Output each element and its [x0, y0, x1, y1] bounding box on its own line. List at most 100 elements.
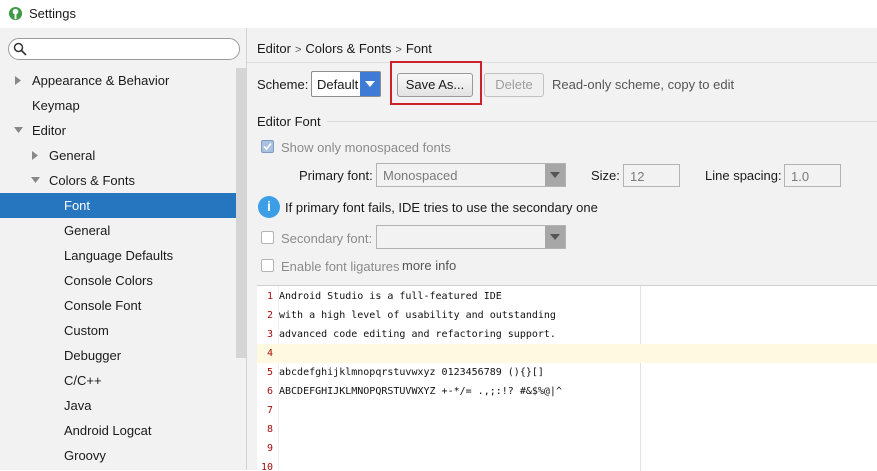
save-as-button[interactable]: Save As... — [397, 73, 473, 97]
show-monospaced-label: Show only monospaced fonts — [281, 140, 451, 155]
chevron-down-icon — [550, 172, 560, 178]
preview-line[interactable]: 8 — [257, 420, 877, 439]
sidebar-item-label: Appearance & Behavior — [32, 73, 170, 88]
sidebar-item-label: General — [49, 148, 96, 163]
chevron-down-icon[interactable] — [31, 168, 41, 193]
window-title: Settings — [29, 6, 76, 21]
preview-line[interactable]: 1 Android Studio is a full-featured IDE — [257, 287, 877, 306]
primary-font-label: Primary font: — [299, 168, 373, 183]
line-text: abcdefghijklmnopqrstuvwxyz 0123456789 ()… — [279, 367, 544, 378]
line-number: 2 — [266, 310, 273, 321]
scheme-label: Scheme: — [257, 77, 309, 92]
header-divider — [247, 62, 877, 63]
editor-font-title: Editor Font — [257, 114, 321, 129]
preview-line[interactable]: 4 — [257, 344, 877, 363]
primary-font-dropdown[interactable]: Monospaced — [376, 163, 566, 187]
sidebar-item-keymap[interactable]: Keymap — [0, 93, 236, 118]
line-spacing-value: 1.0 — [791, 169, 810, 184]
sidebar-item-font[interactable]: Font — [0, 193, 236, 218]
breadcrumb-editor: Editor — [257, 41, 291, 56]
size-value: 12 — [630, 169, 645, 184]
preview-line[interactable]: 6 ABCDEFGHIJKLMNOPQRSTUVWXYZ +-*/= .,;:!?… — [257, 382, 877, 401]
line-spacing-input[interactable]: 1.0 — [784, 164, 841, 187]
chevron-down-icon[interactable] — [14, 118, 24, 143]
breadcrumb-font: Font — [405, 41, 432, 56]
sidebar-item-general[interactable]: General — [0, 218, 236, 243]
size-input[interactable]: 12 — [623, 164, 680, 187]
search-field[interactable] — [8, 38, 240, 60]
breadcrumb-separator: > — [395, 44, 402, 56]
sidebar-item-label: Custom — [64, 323, 109, 338]
chevron-down-icon — [550, 234, 560, 240]
sidebar-item-editor[interactable]: Editor — [0, 118, 236, 143]
sidebar-item-java[interactable]: Java — [0, 393, 236, 418]
line-number: 1 — [266, 291, 273, 302]
chevron-right-icon[interactable] — [14, 68, 24, 93]
sidebar-item-label: Java — [64, 398, 92, 413]
line-number: 10 — [260, 462, 273, 471]
sidebar-item-general[interactable]: General — [0, 143, 236, 168]
secondary-font-label: Secondary font: — [281, 231, 373, 246]
sidebar-item-custom[interactable]: Custom — [0, 318, 236, 343]
sidebar-item-colors-fonts[interactable]: Colors & Fonts — [0, 168, 236, 193]
sidebar-item-label: Android Logcat — [64, 423, 152, 438]
sidebar-item-label: Keymap — [32, 98, 80, 113]
line-number: 7 — [266, 405, 273, 416]
sidebar-item-c-c[interactable]: C/C++ — [0, 368, 236, 393]
sidebar-item-android-logcat[interactable]: Android Logcat — [0, 418, 236, 443]
line-text: ABCDEFGHIJKLMNOPQRSTUVWXYZ +-*/= .,;:!? … — [279, 386, 562, 397]
size-label: Size: — [591, 168, 620, 183]
secondary-font-dropdown[interactable] — [376, 225, 566, 249]
secondary-font-dropdown-button[interactable] — [545, 226, 565, 248]
delete-button[interactable]: Delete — [484, 73, 544, 97]
more-info-link[interactable]: more info — [402, 258, 456, 273]
chevron-down-icon — [365, 81, 375, 87]
secondary-font-checkbox[interactable] — [261, 231, 274, 244]
sidebar-item-label: Font — [64, 198, 91, 213]
ligatures-checkbox[interactable] — [261, 259, 274, 272]
breadcrumb: Editor > Colors & Fonts > Font — [257, 41, 432, 56]
sidebar-item-console-font[interactable]: Console Font — [0, 293, 236, 318]
chevron-right-icon[interactable] — [31, 143, 41, 168]
sidebar-item-language-defaults[interactable]: Language Defaults — [0, 243, 236, 268]
sidebar-item-label: Editor — [32, 123, 66, 138]
sidebar-scrollbar[interactable] — [236, 68, 246, 358]
sidebar-item-label: Console Font — [64, 298, 142, 313]
scheme-dropdown-button[interactable] — [360, 72, 380, 96]
search-icon — [13, 42, 27, 56]
sidebar-item-label: C/C++ — [64, 373, 102, 388]
primary-font-value: Monospaced — [383, 168, 458, 183]
sidebar-item-label: Colors & Fonts — [49, 173, 135, 188]
preview-line[interactable]: 5 abcdefghijklmnopqrstuvwxyz 0123456789 (… — [257, 363, 877, 382]
section-divider — [327, 121, 877, 122]
scheme-dropdown[interactable]: Default — [311, 71, 381, 97]
primary-font-dropdown-button[interactable] — [545, 164, 565, 186]
preview-line[interactable]: 2 with a high level of usability and outs… — [257, 306, 877, 325]
sidebar-item-appearance-behavior[interactable]: Appearance & Behavior — [0, 68, 236, 93]
sidebar-item-console-colors[interactable]: Console Colors — [0, 268, 236, 293]
info-icon: i — [258, 196, 280, 218]
preview-line[interactable]: 9 — [257, 439, 877, 458]
android-studio-icon — [8, 6, 23, 21]
scheme-hint: Read-only scheme, copy to edit — [552, 77, 735, 92]
sidebar-item-groovy[interactable]: Groovy — [0, 443, 236, 468]
breadcrumb-separator: > — [294, 44, 302, 56]
font-preview-editor[interactable]: 1 Android Studio is a full-featured IDE 2 w… — [257, 285, 877, 471]
preview-line[interactable]: 7 — [257, 401, 877, 420]
preview-line[interactable]: 3 advanced code editing and refactoring s… — [257, 325, 877, 344]
title-bar: Settings — [0, 0, 877, 28]
line-text: advanced code editing and refactoring su… — [279, 329, 556, 340]
sidebar-item-debugger[interactable]: Debugger — [0, 343, 236, 368]
sidebar-item-label: Groovy — [64, 448, 106, 463]
settings-sidebar: Appearance & Behavior Keymap Editor General… — [0, 28, 247, 470]
show-monospaced-checkbox[interactable] — [261, 140, 274, 153]
settings-content: Editor > Colors & Fonts > Font Scheme: Defau… — [247, 28, 877, 471]
info-text: If primary font fails, IDE tries to use … — [285, 200, 598, 215]
line-spacing-label: Line spacing: — [705, 168, 782, 183]
checkmark-icon — [263, 142, 272, 151]
line-text: Android Studio is a full-featured IDE — [279, 291, 502, 302]
ligatures-label: Enable font ligatures — [281, 259, 400, 274]
scheme-value: Default — [317, 77, 359, 92]
preview-line[interactable]: 10 — [257, 458, 877, 471]
sidebar-item-label: General — [64, 223, 111, 238]
